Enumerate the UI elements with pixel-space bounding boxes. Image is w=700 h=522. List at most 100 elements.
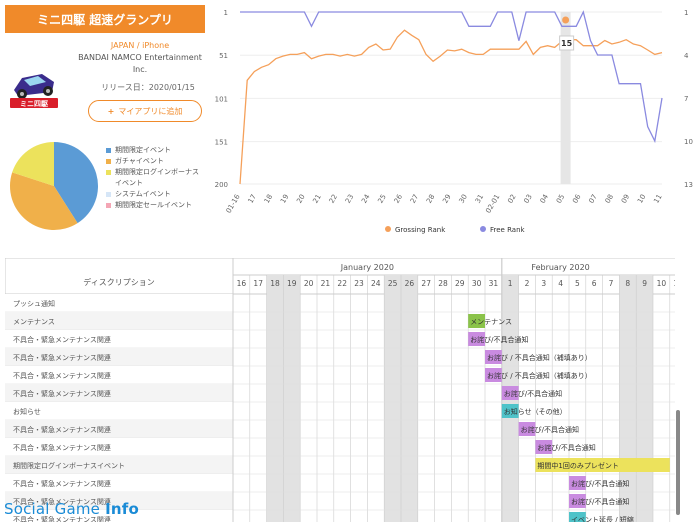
legend-label: ガチャイベント	[115, 157, 164, 165]
day-label: 31	[489, 279, 499, 288]
legend-swatch	[106, 148, 111, 153]
day-label: 1	[508, 279, 513, 288]
day-label: 20	[304, 279, 314, 288]
left-tick-label: 200	[215, 181, 228, 189]
day-label: 19	[287, 279, 297, 288]
day-label: 27	[421, 279, 431, 288]
legend-swatch	[106, 170, 111, 175]
event-label: メンテナンス	[470, 318, 512, 326]
x-tick-label: 03	[522, 193, 533, 205]
tooltip-value: 15	[561, 39, 573, 48]
right-tick-label: 7	[684, 95, 688, 103]
day-label: 28	[438, 279, 448, 288]
chart-legend-label: Grossing Rank	[395, 226, 446, 234]
day-label: 9	[642, 279, 647, 288]
legend-label: 期間限定イベント	[115, 146, 171, 154]
x-tick-label: 31	[474, 193, 485, 205]
legend-label: 期間限定ログインボーナスイベント	[115, 168, 199, 187]
x-tick-label: 02-01	[484, 193, 501, 215]
x-tick-label: 04	[539, 193, 551, 205]
row-label: 期間限定ログインボーナスイベント	[13, 461, 125, 470]
event-label: お詫び/不具合通知	[521, 425, 579, 434]
day-label: 6	[592, 279, 597, 288]
x-tick-label: 17	[247, 193, 258, 205]
legend-item: システムイベント	[106, 189, 201, 200]
day-label: 2	[525, 279, 530, 288]
event-label: 期間中1回のみプレゼント	[537, 461, 618, 470]
event-label: お詫び/不具合通知	[504, 389, 562, 398]
watermark: Social Game Info	[4, 500, 139, 518]
x-tick-label: 10	[636, 193, 647, 205]
chart-legend-marker	[480, 226, 486, 232]
legend-item: 期間限定ログインボーナスイベント	[106, 167, 201, 189]
legend-swatch	[106, 159, 111, 164]
timeline-scrollbar[interactable]	[676, 410, 680, 515]
right-tick-label: 1	[684, 9, 688, 17]
x-tick-label: 29	[441, 193, 452, 205]
description-header: ディスクリプション	[83, 277, 154, 287]
day-label: 30	[472, 279, 482, 288]
x-tick-label: 07	[587, 193, 598, 205]
row-label: 不具合・緊急メンテナンス関連	[13, 425, 111, 434]
event-timeline: January 2020 February 2020ディスクリプション 16 17 18…	[5, 258, 675, 522]
row-label: プッシュ通知	[13, 299, 55, 308]
day-label: 29	[455, 279, 465, 288]
row-label: 不具合・緊急メンテナンス関連	[13, 353, 111, 362]
left-tick-label: 101	[215, 95, 228, 103]
row-label: 不具合・緊急メンテナンス関連	[13, 371, 111, 380]
day-label: 3	[541, 279, 546, 288]
day-label: 17	[253, 279, 263, 288]
x-tick-label: 25	[376, 193, 387, 205]
chart-legend-marker	[385, 226, 391, 232]
day-label: 8	[625, 279, 630, 288]
watermark-bold: Info	[105, 500, 139, 518]
legend-item: ガチャイベント	[106, 156, 201, 167]
right-tick-label: 10	[684, 138, 693, 146]
legend-item: 期間限定セールイベント	[106, 200, 201, 211]
x-tick-label: 09	[620, 193, 631, 205]
right-tick-label: 13	[684, 181, 693, 189]
row-label: 不具合・緊急メンテナンス関連	[13, 479, 111, 488]
event-label: お詫び/不具合通知	[537, 443, 595, 452]
x-tick-label: 27	[409, 193, 420, 205]
day-label: 26	[405, 279, 415, 288]
month-label: February 2020	[531, 263, 589, 272]
event-label: お詫び/不具合通知	[571, 479, 629, 488]
x-tick-label: 21	[311, 193, 322, 205]
highlight-point	[562, 16, 570, 24]
x-tick-label: 08	[604, 193, 615, 205]
left-tick-label: 51	[219, 52, 228, 60]
event-label: お詫び/不具合通知	[470, 335, 528, 344]
release-date: リリース日：2020/01/15	[101, 83, 195, 92]
day-label: 22	[337, 279, 347, 288]
day-label: 18	[270, 279, 280, 288]
plus-icon: +	[107, 106, 115, 116]
day-label: 5	[575, 279, 580, 288]
legend-label: システムイベント	[115, 190, 171, 198]
app-info: JAPAN / iPhone BANDAI NAMCO Entertainmen…	[70, 40, 210, 76]
legend-label: 期間限定セールイベント	[115, 201, 192, 209]
series-line	[240, 10, 663, 144]
row-label: 不具合・緊急メンテナンス関連	[13, 335, 111, 344]
day-label: 7	[609, 279, 614, 288]
add-to-my-apps-button[interactable]: + マイアプリに追加	[88, 100, 202, 122]
x-tick-label: 26	[393, 193, 405, 205]
event-label: お詫び/不具合通知	[571, 497, 629, 506]
day-label: 23	[354, 279, 364, 288]
legend-swatch	[106, 203, 111, 208]
day-label: 10	[657, 279, 667, 288]
x-tick-label: 01-16	[225, 193, 242, 215]
row-label: 不具合・緊急メンテナンス関連	[13, 443, 111, 452]
legend-swatch	[106, 192, 111, 197]
left-tick-label: 151	[215, 139, 228, 147]
x-tick-label: 20	[295, 193, 306, 205]
day-label: 21	[321, 279, 331, 288]
app-title: ミニ四駆 超速グランプリ	[37, 12, 173, 27]
pie-legend: 期間限定イベント ガチャイベント期間限定ログインボーナスイベントシステムイベント期…	[106, 145, 201, 211]
rank-line-chart: 151101151200147101301-16 17 18 19 20 21 22 23 24…	[215, 9, 693, 234]
right-tick-label: 4	[684, 52, 689, 60]
app-icon: ミニ四駆	[8, 60, 60, 110]
x-tick-label: 22	[328, 193, 339, 205]
x-tick-label: 05	[555, 193, 566, 205]
event-type-pie-chart	[9, 142, 99, 230]
